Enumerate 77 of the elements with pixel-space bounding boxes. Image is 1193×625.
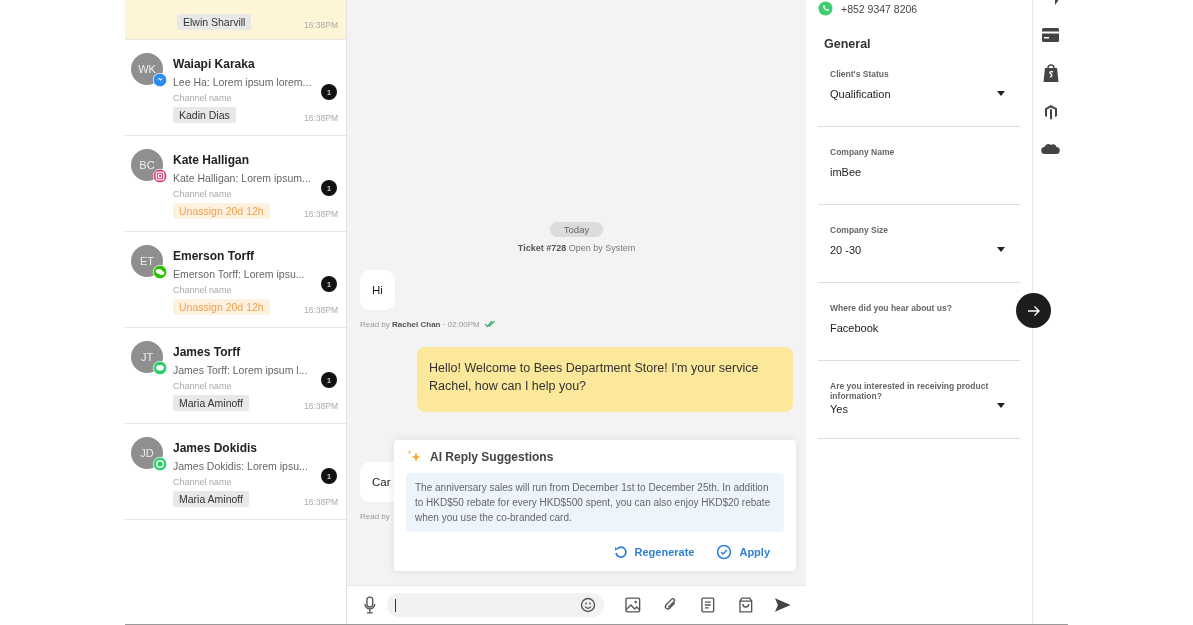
read-receipt: Read by Rachel Chan · 02:00PM bbox=[360, 319, 480, 329]
channel-name: Channel name bbox=[173, 285, 233, 295]
timestamp: 16:38PM bbox=[303, 20, 338, 30]
phone-number: +852 9347 8206 bbox=[841, 2, 918, 15]
image-icon[interactable] bbox=[624, 596, 642, 614]
camera-icon bbox=[153, 169, 167, 183]
contact-name: James Dokidis bbox=[173, 441, 259, 455]
message-preview: James Torff: Lorem ipsum l... bbox=[173, 364, 309, 376]
emoji-icon[interactable] bbox=[580, 597, 597, 613]
assignee-tag: Kadin Dias bbox=[173, 107, 236, 123]
dropdown-caret-icon bbox=[997, 403, 1005, 408]
conversation-item[interactable]: JT James Torff James Torff: Lorem ipsum l... Channel name Maria Aminoff 16:38PM 1 bbox=[125, 328, 346, 424]
dropdown-field[interactable]: Client's Status Qualification bbox=[818, 63, 1020, 127]
popup-title: AI Reply Suggestions bbox=[430, 450, 554, 464]
assignee-tag: Unassign 20d 12h bbox=[173, 299, 270, 315]
message-preview: Kate Halligan: Lorem ipsum... bbox=[173, 172, 312, 184]
dropdown-field[interactable]: Are you interested in receiving product information? Yes bbox=[818, 375, 1020, 439]
read-receipt: Read by bbox=[360, 512, 390, 521]
chat-bubbles-icon bbox=[153, 265, 167, 279]
contact-name: Kate Halligan bbox=[173, 153, 251, 167]
conversation-item[interactable]: BC Kate Halligan Kate Halligan: Lorem ipsum... Channel name Unassign 20d 12h 16:38PM 1 bbox=[125, 136, 346, 232]
channel-name: Channel name bbox=[173, 477, 233, 487]
assignee-tag: Elwin Sharvill bbox=[177, 14, 252, 30]
phone-bubble-icon bbox=[153, 457, 167, 471]
message-preview: Emerson Torff: Lorem ipsu... bbox=[173, 268, 306, 280]
contact-name: Emerson Torff bbox=[173, 249, 256, 263]
assignee-tag: Unassign 20d 12h bbox=[173, 203, 270, 219]
message-bubble: Hello! Welcome to Bees Department Store! I'm your service Rachel, how can I help you? bbox=[417, 346, 793, 412]
chat-bubble-icon bbox=[153, 73, 167, 87]
regenerate-button[interactable]: Regenerate bbox=[613, 544, 695, 560]
timestamp: 16:38PM bbox=[303, 209, 338, 219]
refresh-icon bbox=[613, 545, 628, 559]
check-circle-icon bbox=[716, 544, 733, 560]
message-input[interactable] bbox=[386, 593, 605, 617]
note-icon[interactable] bbox=[699, 596, 717, 614]
shopping-bag-icon[interactable] bbox=[736, 596, 755, 614]
suggested-reply: The anniversary sales will run from December 1st to December 25th. In addition to HKD$50 rebate for every HKD$500 spent, you can also enjoy HKD$20 rebate when you use the co-branded card. bbox=[406, 473, 784, 532]
assignee-tag: Maria Aminoff bbox=[173, 491, 249, 507]
conversation-item[interactable]: WK Waiapi Karaka Lee Ha: Lorem ipsum lorem... Channel name Kadin Dias 16:38PM 1 bbox=[125, 40, 346, 136]
channel-name: Channel name bbox=[173, 381, 233, 391]
dropdown-caret-icon bbox=[997, 247, 1005, 252]
speech-bubble-icon bbox=[153, 361, 167, 375]
timestamp: 16:38PM bbox=[303, 113, 338, 123]
contact-name: James Torff bbox=[173, 345, 242, 359]
contact-name: Waiapi Karaka bbox=[173, 57, 256, 71]
unread-count: 1 bbox=[321, 372, 337, 388]
unread-count: 1 bbox=[321, 276, 337, 292]
channel-name: Channel name bbox=[173, 189, 233, 199]
section-title: General bbox=[824, 37, 872, 51]
unread-count: 1 bbox=[321, 84, 337, 100]
date-chip: Today bbox=[549, 221, 604, 237]
next-button[interactable] bbox=[1016, 293, 1051, 328]
ticket-note: Ticket #728 Open by System bbox=[517, 242, 636, 253]
timestamp: 16:38PM bbox=[303, 305, 338, 315]
dropdown-field[interactable]: Company Size 20 -30 bbox=[818, 219, 1020, 283]
assignee-tag: Maria Aminoff bbox=[173, 395, 249, 411]
cloud-icon[interactable] bbox=[1041, 142, 1060, 155]
send-icon[interactable] bbox=[774, 596, 792, 614]
unread-count: 1 bbox=[321, 468, 337, 484]
timestamp: 16:38PM bbox=[303, 497, 338, 507]
message-bubble: Hi bbox=[360, 269, 395, 310]
unread-count: 1 bbox=[321, 180, 337, 196]
conversation-item[interactable]: ET Emerson Torff Emerson Torff: Lorem ipsu... Channel name Unassign 20d 12h 16:38PM 1 bbox=[125, 232, 346, 328]
hexagon-logo-icon[interactable] bbox=[1043, 104, 1058, 120]
shopping-bag-icon[interactable] bbox=[1042, 64, 1059, 82]
message-preview: Lee Ha: Lorem ipsum lorem... bbox=[173, 76, 313, 88]
timestamp: 16:38PM bbox=[303, 401, 338, 411]
arrow-right-icon bbox=[1026, 304, 1041, 317]
credit-card-icon[interactable] bbox=[1042, 28, 1059, 42]
apply-button[interactable]: Apply bbox=[716, 544, 770, 560]
conversation-item[interactable]: JD James Dokidis James Dokidis: Lorem ipsu... Channel name Maria Aminoff 16:38PM 1 bbox=[125, 424, 346, 520]
channel-name: Channel name bbox=[173, 93, 233, 103]
dropdown-caret-icon bbox=[997, 91, 1005, 96]
microphone-icon[interactable] bbox=[363, 596, 377, 614]
text-field[interactable]: Company Name imBee bbox=[818, 141, 1020, 205]
conversation-item[interactable]: Elwin Sharvill 16:38PM bbox=[125, 0, 346, 40]
message-preview: James Dokidis: Lorem ipsu... bbox=[173, 460, 309, 472]
